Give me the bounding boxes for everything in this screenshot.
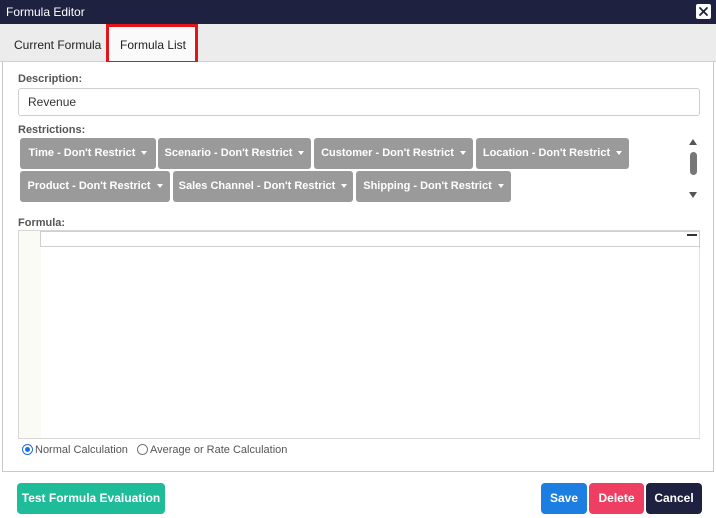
- restriction-label: Location - Don't Restrict: [482, 147, 611, 159]
- restrictions-label: Restrictions:: [18, 124, 86, 136]
- description-label: Description:: [18, 73, 83, 85]
- caret-down-icon: [616, 151, 623, 156]
- caret-down-icon: [141, 151, 148, 156]
- restriction-location-dropdown[interactable]: Location - Don't Restrict: [476, 138, 629, 169]
- radio-normal-calculation-label: Normal Calculation: [35, 444, 128, 456]
- caret-down-icon: [497, 184, 504, 189]
- scrollbar-thumb[interactable]: [690, 152, 697, 175]
- scroll-down-icon[interactable]: [689, 192, 697, 198]
- save-button[interactable]: Save: [541, 483, 587, 514]
- title-bar: Formula Editor: [0, 0, 716, 24]
- formula-editor[interactable]: [18, 230, 700, 439]
- restriction-scenario-dropdown[interactable]: Scenario - Don't Restrict: [158, 138, 311, 169]
- caret-down-icon: [459, 151, 466, 156]
- radio-average-rate-calculation[interactable]: [137, 444, 148, 455]
- restriction-label: Shipping - Don't Restrict: [363, 180, 492, 192]
- minimize-icon[interactable]: [687, 234, 697, 236]
- caret-down-icon: [341, 184, 348, 189]
- restriction-label: Customer - Don't Restrict: [321, 147, 454, 159]
- delete-button[interactable]: Delete: [589, 483, 644, 514]
- restriction-shipping-dropdown[interactable]: Shipping - Don't Restrict: [356, 171, 511, 202]
- restriction-label: Time - Don't Restrict: [28, 147, 136, 159]
- editor-scroll-edge: [699, 249, 700, 438]
- restriction-label: Sales Channel - Don't Restrict: [178, 180, 336, 192]
- restriction-product-dropdown[interactable]: Product - Don't Restrict: [20, 171, 170, 202]
- tab-formula-list[interactable]: Formula List: [120, 38, 186, 52]
- editor-active-line[interactable]: [40, 231, 700, 247]
- restriction-time-dropdown[interactable]: Time - Don't Restrict: [20, 138, 156, 169]
- editor-gutter: [19, 231, 41, 438]
- description-input[interactable]: [18, 88, 700, 116]
- tab-current-formula[interactable]: Current Formula: [14, 38, 101, 52]
- caret-down-icon: [156, 184, 163, 189]
- scroll-up-icon[interactable]: [689, 139, 697, 145]
- radio-average-rate-calculation-label: Average or Rate Calculation: [150, 444, 288, 456]
- radio-normal-calculation[interactable]: [22, 444, 33, 455]
- close-icon[interactable]: [696, 4, 711, 19]
- restriction-label: Scenario - Don't Restrict: [164, 147, 293, 159]
- test-formula-evaluation-button[interactable]: Test Formula Evaluation: [17, 483, 165, 514]
- formula-label: Formula:: [18, 217, 66, 229]
- restriction-sales-channel-dropdown[interactable]: Sales Channel - Don't Restrict: [173, 171, 353, 202]
- restriction-label: Product - Don't Restrict: [27, 180, 151, 192]
- restriction-customer-dropdown[interactable]: Customer - Don't Restrict: [314, 138, 473, 169]
- cancel-button[interactable]: Cancel: [646, 483, 702, 514]
- tab-bar: Current Formula Formula List: [0, 24, 716, 64]
- window-title: Formula Editor: [6, 5, 85, 19]
- caret-down-icon: [298, 151, 305, 156]
